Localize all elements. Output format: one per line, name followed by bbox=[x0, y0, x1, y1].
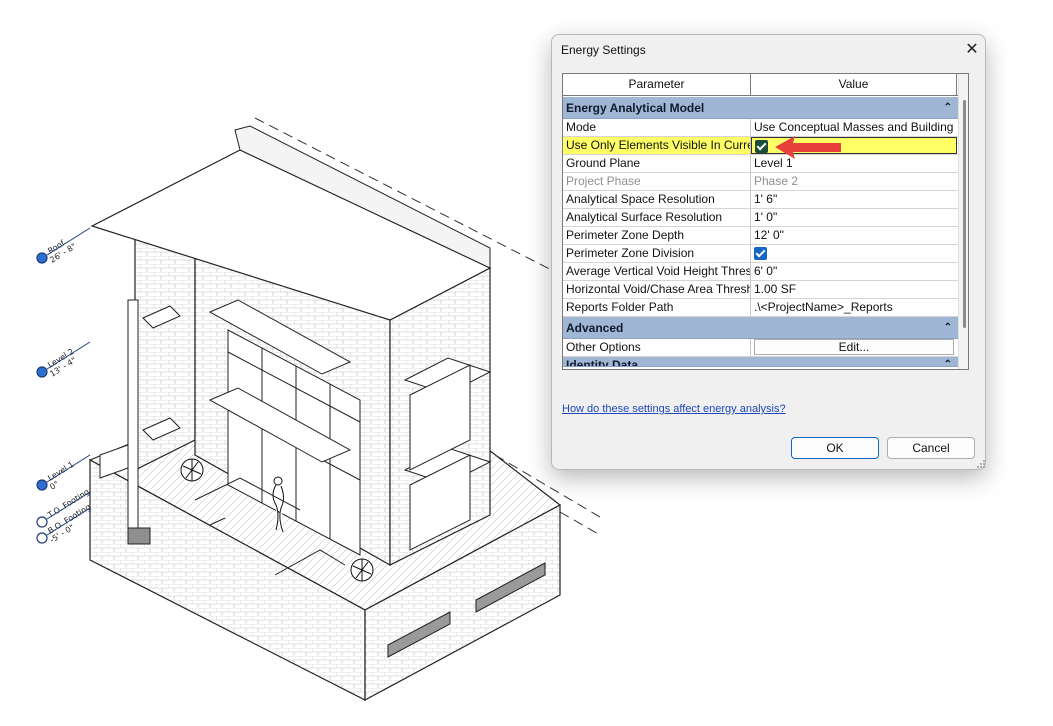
resize-grip-icon[interactable] bbox=[976, 459, 986, 469]
row-project-phase: Project Phase Phase 2 bbox=[563, 173, 958, 191]
cancel-button[interactable]: Cancel bbox=[887, 437, 975, 459]
red-arrow-icon bbox=[775, 136, 841, 159]
checkbox-checked-icon[interactable] bbox=[754, 247, 767, 260]
param-value[interactable]: .\<ProjectName>_Reports bbox=[751, 299, 957, 316]
param-value[interactable]: Use Conceptual Masses and Building bbox=[751, 119, 957, 136]
checkbox-checked-icon[interactable] bbox=[755, 140, 768, 153]
help-link[interactable]: How do these settings affect energy anal… bbox=[562, 403, 786, 415]
level-marker[interactable]: Roof26' - 8" bbox=[36, 227, 91, 265]
param-label: Perimeter Zone Division bbox=[563, 245, 751, 262]
ok-button[interactable]: OK bbox=[791, 437, 879, 459]
param-value[interactable] bbox=[751, 245, 957, 262]
scrollbar-thumb[interactable] bbox=[963, 100, 966, 328]
row-other-options[interactable]: Other Options Edit... bbox=[563, 339, 958, 357]
group-label: Advanced bbox=[566, 321, 624, 335]
row-horizontal-void-chase-area[interactable]: Horizontal Void/Chase Area Thresh 1.00 S… bbox=[563, 281, 958, 299]
param-value[interactable]: 6' 0" bbox=[751, 263, 957, 280]
level-markers: Roof26' - 8"Level 213' - 4"Level 10"T.O.… bbox=[36, 227, 92, 545]
param-label: Perimeter Zone Depth bbox=[563, 227, 751, 244]
param-label: Analytical Space Resolution bbox=[563, 191, 751, 208]
collapse-icon[interactable]: ⌃ bbox=[944, 317, 952, 339]
param-label: Average Vertical Void Height Thres bbox=[563, 263, 751, 280]
row-average-vertical-void-height[interactable]: Average Vertical Void Height Thres 6' 0" bbox=[563, 263, 958, 281]
param-label: Mode bbox=[563, 119, 751, 136]
param-value[interactable]: 1.00 SF bbox=[751, 281, 957, 298]
grid-rows: Energy Analytical Model ⌃ Mode Use Conce… bbox=[563, 97, 958, 367]
row-perimeter-zone-depth[interactable]: Perimeter Zone Depth 12' 0" bbox=[563, 227, 958, 245]
edit-button[interactable]: Edit... bbox=[754, 339, 954, 355]
param-label: Other Options bbox=[563, 339, 751, 356]
param-label: Ground Plane bbox=[563, 155, 751, 172]
close-icon[interactable]: ✕ bbox=[962, 41, 982, 59]
row-analytical-surface-resolution[interactable]: Analytical Surface Resolution 1' 0" bbox=[563, 209, 958, 227]
group-label: Energy Analytical Model bbox=[566, 101, 705, 115]
param-label: Reports Folder Path bbox=[563, 299, 751, 316]
row-perimeter-zone-division[interactable]: Perimeter Zone Division bbox=[563, 245, 958, 263]
param-value: Phase 2 bbox=[754, 174, 799, 188]
collapse-icon[interactable]: ⌃ bbox=[944, 97, 952, 119]
param-label: Use Only Elements Visible In Curre bbox=[563, 137, 751, 154]
level-marker[interactable]: Level 213' - 4" bbox=[36, 341, 91, 379]
group-advanced[interactable]: Advanced ⌃ bbox=[563, 317, 958, 339]
row-analytical-space-resolution[interactable]: Analytical Space Resolution 1' 6" bbox=[563, 191, 958, 209]
group-identity-data[interactable]: Identity Data ⌃ bbox=[563, 357, 958, 367]
param-value: Edit... bbox=[751, 339, 957, 356]
group-energy-analytical-model[interactable]: Energy Analytical Model ⌃ bbox=[563, 97, 958, 119]
vertical-scrollbar[interactable] bbox=[958, 74, 968, 369]
column-header-value[interactable]: Value bbox=[751, 74, 957, 95]
param-label: Analytical Surface Resolution bbox=[563, 209, 751, 226]
row-reports-folder-path[interactable]: Reports Folder Path .\<ProjectName>_Repo… bbox=[563, 299, 958, 317]
level-leader-line bbox=[46, 454, 91, 483]
param-value[interactable]: 1' 6" bbox=[751, 191, 957, 208]
row-ground-plane[interactable]: Ground Plane Level 1 bbox=[563, 155, 958, 173]
row-use-only-visible-elements[interactable]: Use Only Elements Visible In Curre bbox=[563, 137, 958, 155]
column-header-parameter[interactable]: Parameter bbox=[563, 74, 751, 95]
param-value[interactable]: 12' 0" bbox=[751, 227, 957, 244]
row-mode[interactable]: Mode Use Conceptual Masses and Building bbox=[563, 119, 958, 137]
dialog-title: Energy Settings bbox=[561, 43, 646, 57]
grid-header: Parameter Value bbox=[563, 74, 958, 96]
param-label: Project Phase bbox=[563, 173, 751, 190]
properties-grid: Parameter Value Energy Analytical Model … bbox=[562, 73, 969, 370]
collapse-icon[interactable]: ⌃ bbox=[944, 357, 952, 366]
param-value[interactable]: 1' 0" bbox=[751, 209, 957, 226]
param-label: Horizontal Void/Chase Area Thresh bbox=[563, 281, 751, 298]
group-label: Identity Data bbox=[566, 358, 639, 367]
energy-settings-dialog: Energy Settings ✕ Parameter Value Energy… bbox=[551, 34, 986, 470]
level-marker[interactable]: Level 10" bbox=[36, 454, 91, 492]
